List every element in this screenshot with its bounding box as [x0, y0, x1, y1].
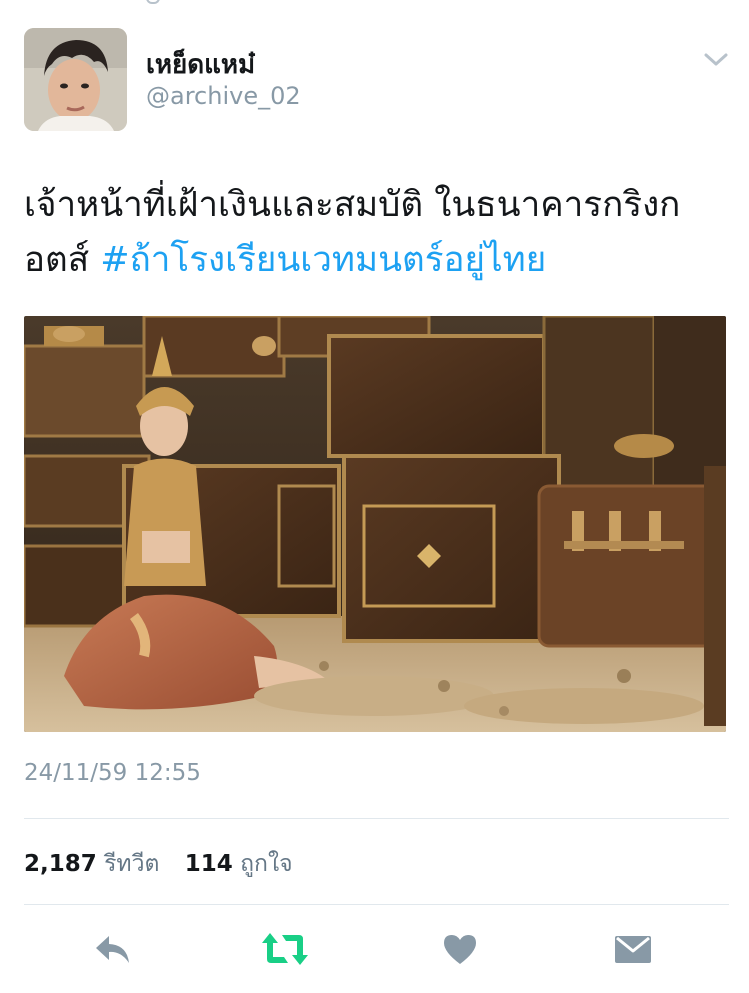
- retweets-count[interactable]: 2,187: [24, 851, 97, 877]
- tweet-timestamp[interactable]: 24/11/59 12:55: [24, 760, 201, 786]
- chevron-down-icon[interactable]: [703, 50, 729, 70]
- author-handle[interactable]: @archive_02: [146, 82, 301, 110]
- tweet-header: เหย็ดแหม๋ @archive_02: [24, 28, 729, 132]
- edge-icon: [146, 0, 160, 4]
- previous-tweet-edge: [0, 0, 749, 6]
- reply-icon: [96, 936, 129, 963]
- like-button[interactable]: [435, 926, 485, 972]
- retweet-icon: [262, 933, 308, 965]
- message-button[interactable]: [608, 926, 658, 972]
- tweet-stats: 2,187 รีทวีต 114 ถูกใจ: [24, 846, 311, 882]
- tweet-text: เจ้าหน้าที่เฝ้าเงินและสมบัติ ในธนาคารกริ…: [24, 178, 724, 288]
- avatar[interactable]: [24, 28, 127, 131]
- hashtag-link[interactable]: #ถ้าโรงเรียนเวทมนตร์อยู่ไทย: [100, 240, 546, 280]
- retweet-button[interactable]: [260, 926, 310, 972]
- envelope-icon: [615, 936, 651, 963]
- tweet-photo[interactable]: [24, 316, 726, 732]
- tweet-actions: [0, 926, 749, 972]
- divider: [24, 818, 729, 819]
- retweets-label[interactable]: รีทวีต: [104, 851, 159, 877]
- heart-icon: [444, 935, 476, 964]
- reply-button[interactable]: [88, 926, 138, 972]
- likes-label[interactable]: ถูกใจ: [240, 851, 293, 877]
- likes-count[interactable]: 114: [185, 851, 233, 877]
- author-display-name[interactable]: เหย็ดแหม๋: [146, 44, 255, 85]
- divider: [24, 904, 729, 905]
